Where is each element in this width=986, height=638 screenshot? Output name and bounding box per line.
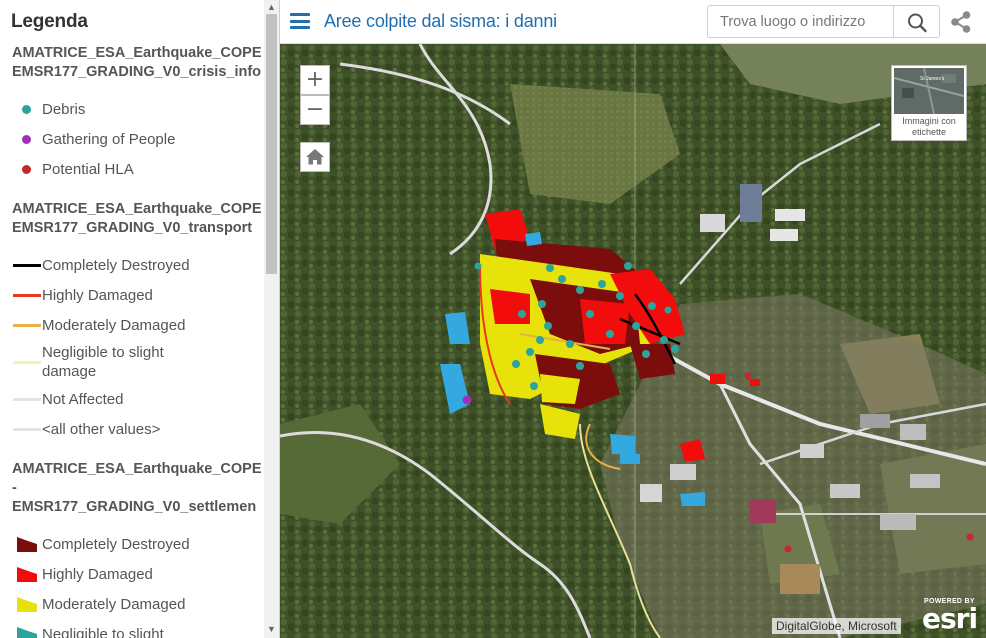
- legend-item-label-line: Negligible to slight: [42, 344, 164, 361]
- legend-item: Moderately Damaged: [0, 310, 264, 340]
- polygon-symbol-icon: [12, 592, 42, 616]
- polygon-symbol-icon: [12, 622, 42, 638]
- app-title: Aree colpite dal sisma: i danni: [324, 11, 557, 31]
- line-symbol-icon: [12, 417, 42, 441]
- search-input[interactable]: [707, 5, 893, 38]
- legend-item: Not Affected: [0, 384, 264, 414]
- legend-layer-title: AMATRICE_ESA_Earthquake_COPE EMSR177_GRAD…: [0, 200, 264, 238]
- legend-layer-title-line: AMATRICE_ESA_Earthquake_COPE: [12, 201, 262, 217]
- legend-layer-title: AMATRICE_ESA_Earthquake_COPE - EMSR177_GRA…: [0, 460, 264, 517]
- zoom-in-button[interactable]: +: [300, 65, 330, 95]
- legend-item-label: Not Affected: [42, 390, 124, 408]
- polygon-symbol-icon: [12, 562, 42, 586]
- basemap-toggle[interactable]: St James's Immagini con etichette: [891, 65, 967, 141]
- legend-item: Highly Damaged: [0, 559, 264, 589]
- legend-scrollbar[interactable]: ▲ ▼: [264, 0, 279, 638]
- legend-item-label: Gathering of People: [42, 130, 176, 148]
- legend-layer-title-line: EMSR177_GRADING_V0_crisis_info: [12, 64, 262, 80]
- legend-item-label: Completely Destroyed: [42, 256, 190, 274]
- line-symbol-icon: [12, 253, 42, 277]
- scroll-up-arrow-icon[interactable]: ▲: [267, 2, 276, 12]
- hamburger-menu-icon[interactable]: [290, 13, 310, 30]
- satellite-map-imagery[interactable]: [280, 44, 986, 638]
- map-attribution: DigitalGlobe, Microsoft: [772, 618, 901, 634]
- legend-item-label: Potential HLA: [42, 160, 134, 178]
- scrollbar-thumb[interactable]: [266, 14, 277, 274]
- legend-layer-title-line: EMSR177_GRADING_V0_transport: [12, 220, 253, 236]
- home-button[interactable]: [300, 142, 330, 172]
- legend-layer-title-line: AMATRICE_ESA_Earthquake_COPE: [12, 461, 262, 477]
- scroll-down-arrow-icon[interactable]: ▼: [267, 624, 276, 634]
- esri-logo[interactable]: POWERED BY esri: [920, 596, 984, 636]
- legend-layer-title-line: -: [12, 480, 17, 496]
- legend-item: Debris: [0, 94, 264, 124]
- legend-item-label: Negligible to slight: [42, 625, 164, 638]
- search-button[interactable]: [893, 5, 940, 38]
- basemap-thumbnail: St James's: [894, 68, 964, 114]
- legend-item-label: Highly Damaged: [42, 286, 153, 304]
- legend-title: Legenda: [11, 11, 88, 32]
- legend-item: Completely Destroyed: [0, 529, 264, 559]
- zoom-out-button[interactable]: −: [300, 95, 330, 125]
- basemap-label: Immagini con etichette: [902, 116, 956, 137]
- legend-item-label: Highly Damaged: [42, 565, 153, 583]
- legend-item: Gathering of People: [0, 124, 264, 154]
- line-symbol-icon: [12, 283, 42, 307]
- legend-item: Moderately Damaged: [0, 589, 264, 619]
- app-header: Aree colpite dal sisma: i danni: [280, 0, 986, 44]
- legend-item: Completely Destroyed: [0, 250, 264, 280]
- share-button[interactable]: [948, 9, 974, 35]
- line-symbol-icon: [12, 350, 42, 374]
- line-symbol-icon: [12, 387, 42, 411]
- line-symbol-icon: [12, 313, 42, 337]
- map-view[interactable]: + − St James's Immagini con etichette Di…: [280, 44, 986, 638]
- legend-item-label: Negligible to slight damage: [42, 343, 164, 381]
- legend-item-label: <all other values>: [42, 420, 161, 438]
- legend-item-label: Moderately Damaged: [42, 595, 186, 613]
- legend-item: Highly Damaged: [0, 280, 264, 310]
- legend-item: Negligible to slight: [0, 619, 264, 638]
- search-icon: [908, 13, 927, 33]
- legend-layer-title-line: AMATRICE_ESA_Earthquake_COPE: [12, 45, 262, 61]
- legend-item: Negligible to slight damage: [0, 340, 264, 384]
- legend-header: Legenda: [0, 0, 264, 44]
- legend-item-label: Completely Destroyed: [42, 535, 190, 553]
- point-symbol-icon: [12, 97, 42, 121]
- legend-scroll-area[interactable]: AMATRICE_ESA_Earthquake_COPE EMSR177_GRAD…: [0, 44, 264, 638]
- home-icon: [306, 149, 324, 165]
- point-symbol-icon: [12, 127, 42, 151]
- basemap-thumb-text: St James's: [920, 76, 945, 82]
- polygon-symbol-icon: [12, 532, 42, 556]
- legend-item-label-line: damage: [42, 363, 97, 380]
- legend-item-label: Moderately Damaged: [42, 316, 186, 334]
- point-symbol-icon: [12, 157, 42, 181]
- legend-item: <all other values>: [0, 414, 264, 444]
- esri-wordmark: esri: [922, 602, 978, 635]
- share-icon: [951, 11, 971, 33]
- legend-layer-title-line: EMSR177_GRADING_V0_settlemen: [12, 499, 257, 515]
- legend-panel: Legenda AMATRICE_ESA_Earthquake_COPE EMSR…: [0, 0, 280, 638]
- legend-layer-title: AMATRICE_ESA_Earthquake_COPE EMSR177_GRAD…: [0, 44, 264, 82]
- legend-item: Potential HLA: [0, 154, 264, 184]
- legend-item-label: Debris: [42, 100, 86, 118]
